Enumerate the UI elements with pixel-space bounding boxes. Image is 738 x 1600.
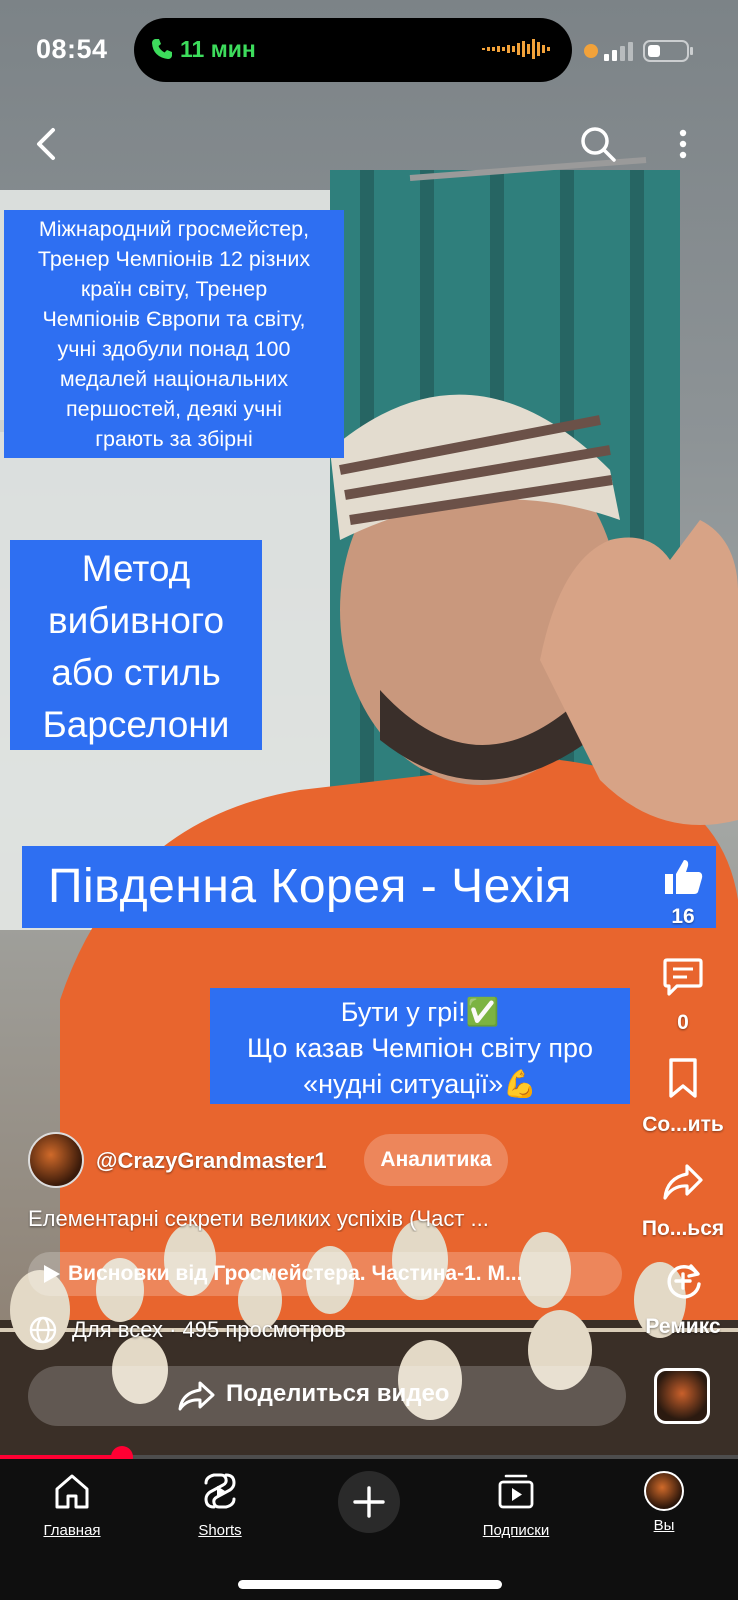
share-button[interactable]: По...ься <box>628 1160 738 1241</box>
caption-line: Що казав Чемпіон світу про <box>247 1033 593 1063</box>
status-time: 08:54 <box>36 34 108 64</box>
nav-home-label: Главная <box>43 1522 101 1539</box>
caption-line: першостей, деякі учні <box>66 397 282 421</box>
search-icon <box>581 127 616 162</box>
caption-line: «нудні ситуації»💪 <box>303 1069 537 1099</box>
user-avatar <box>644 1471 684 1511</box>
back-button[interactable] <box>22 120 70 168</box>
remix-button[interactable]: Ремикс <box>628 1258 738 1339</box>
like-count: 16 <box>671 905 695 928</box>
video-title[interactable]: Елементарні секрети великих успіхів (Час… <box>28 1206 618 1232</box>
remix-label: Ремикс <box>645 1315 721 1338</box>
more-vertical-icon <box>679 129 687 159</box>
nav-you-label: Вы <box>653 1517 675 1534</box>
save-button[interactable]: Со...ить <box>628 1056 738 1137</box>
subscriptions-icon <box>498 1474 534 1509</box>
caption-line: Чемпіонів Європи та світу, <box>42 307 306 331</box>
plus-icon <box>353 1486 385 1518</box>
search-button[interactable] <box>574 120 622 168</box>
comment-icon <box>663 958 703 996</box>
caption-quote: Бути у грі!✅ Що казав Чемпіон світу про … <box>210 988 630 1104</box>
caption-credentials: Міжнародний гросмейстер, Тренер Чемпіоні… <box>4 210 344 458</box>
nav-shorts-label: Shorts <box>198 1522 242 1539</box>
caption-line: Метод <box>81 548 191 589</box>
more-options-button[interactable] <box>668 120 698 168</box>
playlist-link[interactable]: Висновки від Гросмейстера. Частина-1. М.… <box>28 1252 622 1296</box>
play-icon <box>44 1265 60 1283</box>
analytics-button[interactable]: Аналитика <box>364 1134 508 1186</box>
battery-icon <box>643 40 693 62</box>
save-label: Со...ить <box>642 1113 724 1136</box>
nav-shorts[interactable]: Shorts <box>160 1471 280 1539</box>
like-button[interactable]: 16 <box>628 854 738 929</box>
nav-subscriptions-label: Подписки <box>482 1522 550 1539</box>
channel-name[interactable]: @CrazyGrandmaster1 <box>96 1148 327 1174</box>
signal-icon <box>604 42 633 61</box>
caption-line: країн світу, Тренер <box>80 277 268 301</box>
sound-thumbnail[interactable] <box>654 1368 710 1424</box>
caption-match: Південна Корея - Чехія <box>22 846 716 928</box>
playlist-title: Висновки від Гросмейстера. Частина-1. М.… <box>68 1262 523 1285</box>
comments-button[interactable]: 0 <box>628 954 738 1035</box>
share-label: По...ься <box>641 1217 725 1240</box>
caption-line: учні здобули понад 100 <box>57 337 291 361</box>
caption-line: грають за збірні <box>95 427 253 451</box>
nav-home[interactable]: Главная <box>12 1471 132 1539</box>
bottom-navigation: Главная Shorts Подписки Вы <box>0 1459 738 1600</box>
caption-line: вибивного <box>47 600 225 641</box>
share-arrow-icon <box>663 1164 703 1200</box>
home-icon <box>55 1474 89 1509</box>
caption-method: Метод вибивного або стиль Барселони <box>10 540 262 750</box>
phone-icon <box>152 39 172 59</box>
call-duration: 11 мин <box>180 36 256 62</box>
create-button[interactable] <box>338 1471 400 1533</box>
bookmark-icon <box>669 1058 697 1098</box>
remix-icon <box>667 1264 701 1299</box>
status-indicators <box>584 40 693 62</box>
recording-dot-icon <box>584 44 598 58</box>
comment-count: 0 <box>677 1011 689 1034</box>
views-text: Для всех · 495 просмотров <box>72 1317 346 1342</box>
nav-you[interactable]: Вы <box>604 1471 724 1534</box>
caption-line: медалей національних <box>59 367 289 391</box>
audio-wave-icon <box>482 39 550 59</box>
caption-line: Бути у грі!✅ <box>340 997 500 1027</box>
share-video-label: Поделиться видео <box>226 1380 450 1407</box>
shorts-icon <box>204 1473 236 1509</box>
nav-subscriptions[interactable]: Подписки <box>456 1471 576 1539</box>
chevron-left-icon <box>37 128 55 160</box>
caption-line: Тренер Чемпіонів 12 різних <box>37 247 311 271</box>
caption-line: Міжнародний гросмейстер, <box>38 217 310 241</box>
channel-avatar[interactable] <box>28 1132 84 1188</box>
globe-icon <box>29 1316 57 1344</box>
visibility-views: Для всех · 495 просмотров <box>28 1314 346 1346</box>
caption-line: Барселони <box>42 704 230 745</box>
thumbs-up-icon <box>665 860 703 894</box>
home-indicator <box>238 1580 502 1589</box>
share-video-button[interactable]: Поделиться видео <box>28 1366 626 1426</box>
caption-line: або стиль <box>51 652 221 693</box>
share-arrow-icon <box>178 1381 215 1411</box>
